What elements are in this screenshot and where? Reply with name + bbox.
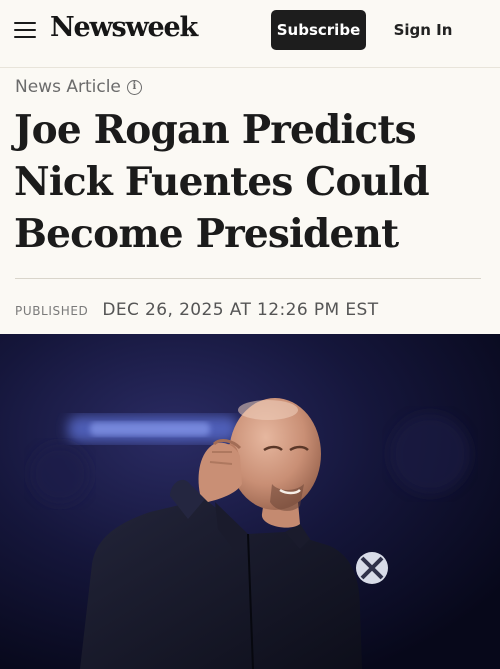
published-label: PUBLISHED	[15, 304, 89, 318]
hero-image	[0, 334, 500, 669]
divider	[15, 278, 481, 279]
sign-in-button[interactable]: Sign In	[388, 10, 458, 50]
site-header: Newsweek Subscribe Sign In	[0, 0, 500, 68]
published-row: PUBLISHED DEC 26, 2025 AT 12:26 PM EST	[15, 300, 379, 320]
published-date: DEC 26, 2025 AT 12:26 PM EST	[102, 300, 379, 320]
article-headline: Joe Rogan Predicts Nick Fuentes Could Be…	[14, 107, 430, 257]
hero-photo	[0, 334, 500, 669]
hamburger-menu-icon[interactable]	[14, 20, 36, 40]
info-icon[interactable]: i	[126, 79, 142, 95]
article-type: News Article i	[15, 77, 142, 97]
newsweek-logo[interactable]: Newsweek	[50, 12, 198, 43]
article-type-label: News Article	[15, 77, 121, 97]
subscribe-button[interactable]: Subscribe	[271, 10, 366, 50]
